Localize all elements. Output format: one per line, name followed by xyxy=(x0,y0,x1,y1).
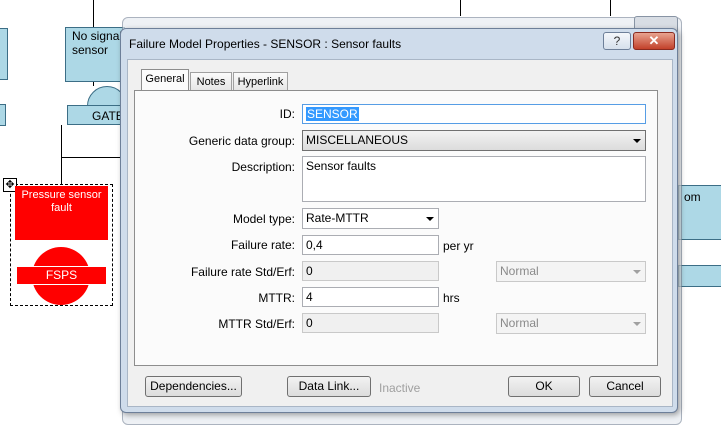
help-button[interactable]: ? xyxy=(603,32,631,50)
connector-line xyxy=(61,157,62,185)
generic-data-group-label: Generic data group: xyxy=(188,134,295,148)
model-type-select[interactable]: Rate-MTTR xyxy=(302,208,439,229)
data-link-button[interactable]: Data Link... xyxy=(287,376,371,397)
failure-rate-value: 0,4 xyxy=(306,238,323,252)
id-value: SENSOR xyxy=(306,107,359,121)
mttr-std-input: 0 xyxy=(302,313,439,333)
tab-general[interactable]: General xyxy=(141,69,189,92)
failure-rate-std-input: 0 xyxy=(302,261,439,281)
failure-model-properties-dialog: Failure Model Properties - SENSOR : Sens… xyxy=(120,28,678,413)
description-value: Sensor faults xyxy=(306,159,377,173)
mttr-unit: hrs xyxy=(443,291,460,305)
ok-button[interactable]: OK xyxy=(508,376,580,397)
mttr-distribution-value: Normal xyxy=(500,316,539,330)
chevron-down-icon xyxy=(633,322,641,326)
model-type-label: Model type: xyxy=(232,212,295,226)
help-icon: ? xyxy=(613,34,621,48)
generic-data-group-value: MISCELLANEOUS xyxy=(306,133,409,147)
connector-line xyxy=(93,82,94,86)
basic-event-label[interactable]: FSPS xyxy=(16,266,107,285)
description-textarea[interactable]: Sensor faults xyxy=(302,156,646,202)
left-edge-box[interactable] xyxy=(0,28,8,80)
chevron-down-icon xyxy=(426,217,434,221)
data-link-status: Inactive xyxy=(379,381,421,395)
mttr-input[interactable]: 4 xyxy=(302,287,439,307)
mttr-label: MTTR: xyxy=(258,291,295,305)
id-input[interactable]: SENSOR xyxy=(302,104,646,124)
chevron-down-icon xyxy=(633,139,641,143)
right-edge-box-2[interactable] xyxy=(678,265,721,287)
connector-line xyxy=(61,157,121,158)
cancel-button[interactable]: Cancel xyxy=(589,376,661,397)
generic-data-group-select[interactable]: MISCELLANEOUS xyxy=(302,130,646,151)
failure-rate-std-value: 0 xyxy=(306,264,313,278)
connector-line xyxy=(610,0,611,16)
close-icon: ✕ xyxy=(648,33,660,48)
gate-label: GATE xyxy=(92,109,124,123)
chevron-down-icon xyxy=(633,270,641,274)
failure-rate-distribution-value: Normal xyxy=(500,264,539,278)
mttr-std-value: 0 xyxy=(306,316,313,330)
left-edge-box-2[interactable] xyxy=(0,104,6,126)
mttr-value: 4 xyxy=(306,290,313,304)
connector-line xyxy=(61,125,62,158)
mttr-distribution-select: Normal xyxy=(496,313,646,334)
failure-rate-unit: per yr xyxy=(443,239,474,253)
close-button[interactable]: ✕ xyxy=(633,32,675,50)
dialog-title: Failure Model Properties - SENSOR : Sens… xyxy=(129,37,402,51)
failure-rate-input[interactable]: 0,4 xyxy=(302,235,439,255)
failure-rate-distribution-select: Normal xyxy=(496,261,646,282)
connector-line xyxy=(93,0,94,28)
basic-event-title: Pressure sensor fault xyxy=(21,189,102,214)
description-label: Description: xyxy=(231,160,295,174)
model-type-value: Rate-MTTR xyxy=(306,211,369,225)
basic-event-description[interactable]: Pressure sensor fault xyxy=(15,186,108,240)
failure-rate-label: Failure rate: xyxy=(230,238,295,252)
connector-line xyxy=(460,0,461,16)
dependencies-button[interactable]: Dependencies... xyxy=(145,376,242,397)
mttr-std-label: MTTR Std/Erf: xyxy=(218,317,295,331)
id-label: ID: xyxy=(279,107,295,121)
right-edge-text: om xyxy=(684,190,701,204)
gate-description-text: No signal sensor xyxy=(72,29,123,57)
failure-rate-std-label: Failure rate Std/Erf: xyxy=(190,265,295,279)
